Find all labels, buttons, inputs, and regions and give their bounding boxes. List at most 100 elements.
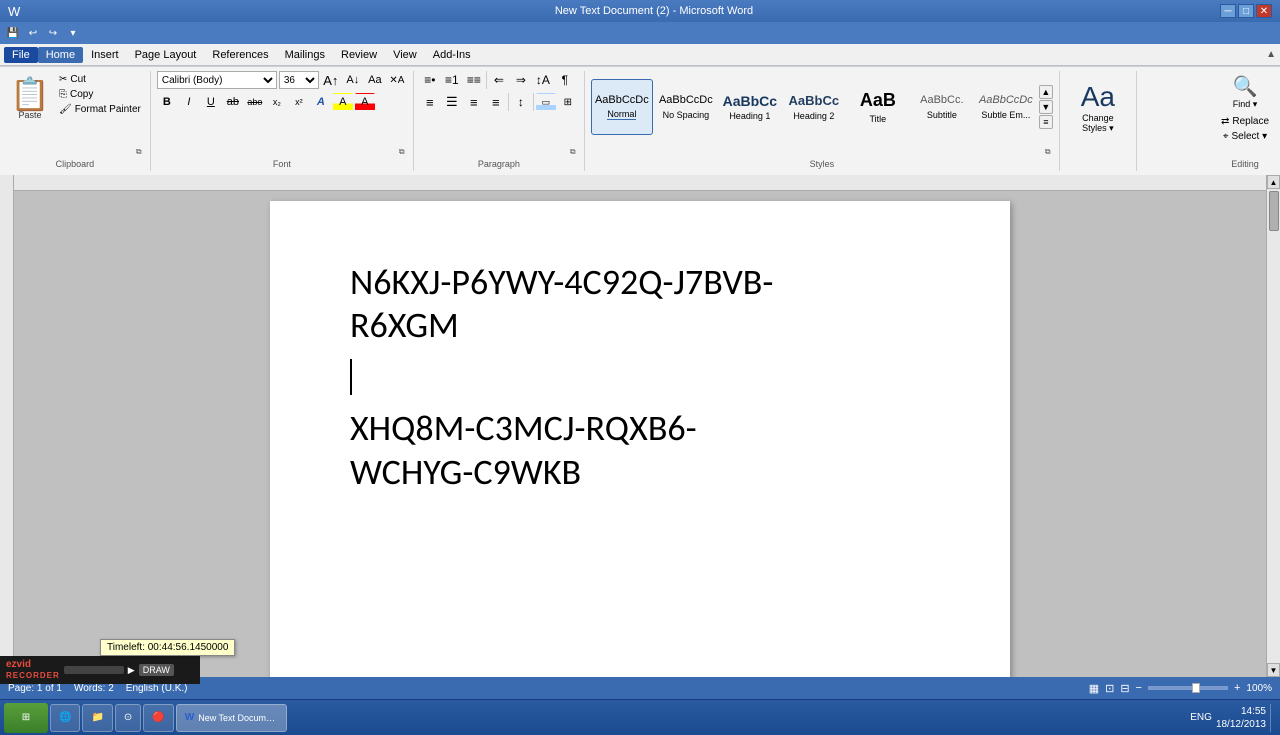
font-size-select[interactable]: 36 — [279, 71, 319, 89]
replace-button[interactable]: ⇄ Replace — [1218, 115, 1272, 128]
document-canvas[interactable]: N6KXJ-P6YWY-4C92Q-J7BVB- R6XGM XHQ8M-C3M… — [14, 191, 1266, 677]
paste-button[interactable]: 📋 Paste — [6, 71, 54, 127]
taskbar-ie[interactable]: 🌐 — [50, 704, 80, 732]
style-no-spacing[interactable]: AaBbCcDc No Spacing — [655, 79, 717, 135]
increase-indent-button[interactable]: ⇒ — [511, 71, 531, 89]
styles-expand-button[interactable]: ⧉ — [1045, 147, 1055, 157]
clipboard-expand-button[interactable]: ⧉ — [136, 147, 146, 157]
scroll-up-button[interactable]: ▲ — [1267, 175, 1280, 189]
ribbon-content: 📋 Paste ✂ Cut ⎘ Copy 🖌 Format Painter Cl… — [0, 66, 1280, 175]
highlight-color-button[interactable]: A — [333, 93, 353, 111]
customize-qat-button[interactable]: ▾ — [64, 25, 82, 41]
taskbar-ball[interactable]: 🔴 — [143, 704, 173, 732]
select-button[interactable]: ⌖ Select ▾ — [1220, 130, 1270, 143]
ezvid-draw-button[interactable]: DRAW — [139, 664, 174, 676]
style-title[interactable]: AaB Title — [847, 79, 909, 135]
bold-button[interactable]: B — [157, 93, 177, 111]
strikethrough-button[interactable]: ab — [223, 93, 243, 111]
tab-view[interactable]: View — [385, 47, 425, 63]
style-title-preview: AaB — [860, 90, 896, 112]
taskbar-chrome[interactable]: ⊙ — [115, 704, 141, 732]
multilevel-button[interactable]: ≡≡ — [464, 71, 484, 89]
paragraph-group: ≡• ≡1 ≡≡ ⇐ ⇒ ↕A ¶ ≡ ☰ ≡ ≡ ↕ ▭ ⊞ Paragra — [414, 71, 585, 171]
change-styles-label: ChangeStyles ▾ — [1082, 113, 1114, 134]
text-effects-button[interactable]: A — [311, 93, 331, 111]
find-button[interactable]: 🔍 Find ▾ — [1216, 71, 1274, 113]
decrease-indent-button[interactable]: ⇐ — [489, 71, 509, 89]
view-mode-print-button[interactable]: ▦ — [1089, 682, 1099, 695]
ribbon-collapse-button[interactable]: ▲ — [1266, 49, 1276, 60]
align-right-button[interactable]: ≡ — [464, 93, 484, 111]
zoom-out-button[interactable]: − — [1136, 682, 1142, 694]
tab-mailings[interactable]: Mailings — [277, 47, 333, 63]
superscript-button[interactable]: x² — [289, 93, 309, 111]
style-subtitle[interactable]: AaBbCc. Subtitle — [911, 79, 973, 135]
minimize-button[interactable]: ─ — [1220, 4, 1236, 18]
zoom-slider[interactable] — [1148, 686, 1228, 690]
change-styles-button[interactable]: Aa ChangeStyles ▾ — [1066, 79, 1130, 135]
ezvid-progress-bar — [64, 666, 124, 674]
scroll-thumb[interactable] — [1269, 191, 1279, 231]
sort-button[interactable]: ↕A — [533, 71, 553, 89]
styles-more-button[interactable]: ≡ — [1039, 115, 1053, 129]
change-case-button[interactable]: Aa — [365, 71, 385, 89]
font-color-button[interactable]: A — [355, 93, 375, 111]
taskbar: ⊞ 🌐 📁 ⊙ 🔴 W New Text Document... ENG 14:… — [0, 699, 1280, 735]
page-info: Page: 1 of 1 — [8, 683, 62, 694]
grow-font-button[interactable]: A↑ — [321, 71, 341, 89]
borders-button[interactable]: ⊞ — [558, 93, 578, 111]
zoom-in-button[interactable]: + — [1234, 682, 1240, 694]
copy-button[interactable]: ⎘ Copy — [56, 88, 144, 101]
double-strikethrough-button[interactable]: abo — [245, 93, 265, 111]
close-button[interactable]: ✕ — [1256, 4, 1272, 18]
font-group: Calibri (Body) 36 A↑ A↓ Aa ✕A B I U ab a… — [151, 71, 414, 171]
font-expand-button[interactable]: ⧉ — [399, 147, 409, 157]
tab-review[interactable]: Review — [333, 47, 385, 63]
tab-file[interactable]: File — [4, 47, 38, 63]
align-left-button[interactable]: ≡ — [420, 93, 440, 111]
italic-button[interactable]: I — [179, 93, 199, 111]
scroll-track[interactable] — [1267, 189, 1280, 663]
style-subtle-em[interactable]: AaBbCcDc Subtle Em... — [975, 79, 1037, 135]
vertical-scrollbar[interactable]: ▲ ▼ — [1266, 175, 1280, 677]
view-mode-full-button[interactable]: ⊡ — [1105, 682, 1114, 695]
numbering-button[interactable]: ≡1 — [442, 71, 462, 89]
underline-button[interactable]: U — [201, 93, 221, 111]
view-mode-web-button[interactable]: ⊟ — [1120, 682, 1129, 695]
justify-button[interactable]: ≡ — [486, 93, 506, 111]
subscript-button[interactable]: x₂ — [267, 93, 287, 111]
align-center-button[interactable]: ☰ — [442, 93, 462, 111]
shrink-font-button[interactable]: A↓ — [343, 71, 363, 89]
clipboard-group: 📋 Paste ✂ Cut ⎘ Copy 🖌 Format Painter Cl… — [0, 71, 151, 171]
style-heading2[interactable]: AaBbCc Heading 2 — [783, 79, 845, 135]
taskbar-word[interactable]: W New Text Document... — [176, 704, 287, 732]
styles-scroll-down-button[interactable]: ▼ — [1039, 100, 1053, 114]
shading-button[interactable]: ▭ — [536, 93, 556, 111]
horizontal-ruler — [14, 175, 1266, 191]
undo-qat-button[interactable]: ↩ — [24, 25, 42, 41]
bullets-button[interactable]: ≡• — [420, 71, 440, 89]
cut-button[interactable]: ✂ Cut — [56, 73, 144, 86]
styles-scroll-up-button[interactable]: ▲ — [1039, 85, 1053, 99]
format-painter-button[interactable]: 🖌 Format Painter — [56, 103, 144, 116]
tab-page-layout[interactable]: Page Layout — [127, 47, 205, 63]
redo-qat-button[interactable]: ↪ — [44, 25, 62, 41]
word-page[interactable]: N6KXJ-P6YWY-4C92Q-J7BVB- R6XGM XHQ8M-C3M… — [270, 201, 1010, 677]
start-button[interactable]: ⊞ — [4, 703, 48, 733]
show-formatting-button[interactable]: ¶ — [555, 71, 575, 89]
tab-addins[interactable]: Add-Ins — [425, 47, 479, 63]
show-desktop-button[interactable] — [1270, 704, 1276, 732]
scroll-down-button[interactable]: ▼ — [1267, 663, 1280, 677]
line-spacing-button[interactable]: ↕ — [511, 93, 531, 111]
style-heading1[interactable]: AaBbCc Heading 1 — [719, 79, 781, 135]
save-qat-button[interactable]: 💾 — [4, 25, 22, 41]
clear-formatting-button[interactable]: ✕A — [387, 71, 407, 89]
tab-home[interactable]: Home — [38, 47, 83, 63]
paragraph-expand-button[interactable]: ⧉ — [570, 147, 580, 157]
style-normal[interactable]: AaBbCcDc Normal — [591, 79, 653, 135]
taskbar-explorer[interactable]: 📁 — [82, 704, 112, 732]
tab-insert[interactable]: Insert — [83, 47, 127, 63]
maximize-button[interactable]: □ — [1238, 4, 1254, 18]
font-family-select[interactable]: Calibri (Body) — [157, 71, 277, 89]
tab-references[interactable]: References — [204, 47, 276, 63]
